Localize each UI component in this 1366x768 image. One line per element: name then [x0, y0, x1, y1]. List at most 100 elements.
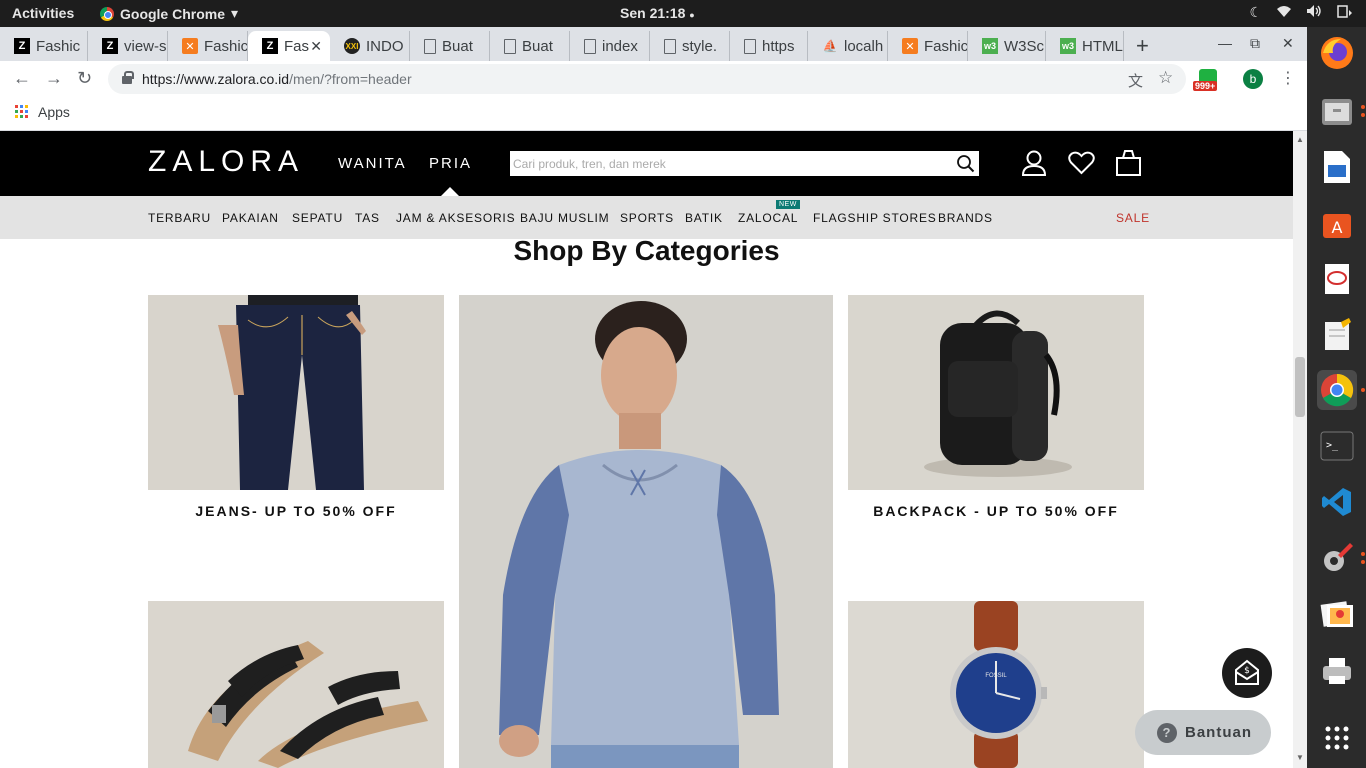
tab[interactable]: ⛵ localh — [808, 31, 888, 61]
tab[interactable]: Zview-s — [88, 31, 168, 61]
phpmyadmin-icon: ⛵ — [822, 39, 838, 53]
bookmark-star-icon[interactable]: ☆ — [1158, 68, 1173, 88]
tab[interactable]: index — [570, 31, 650, 61]
zalora-icon: Z — [102, 38, 118, 54]
system-top-bar: Activities Google Chrome ▾ Sen 21:18 ● ☾ — [0, 0, 1366, 27]
scrollbar-thumb[interactable] — [1295, 357, 1305, 417]
tab[interactable]: Buat — [490, 31, 570, 61]
apps-icon[interactable] — [15, 105, 28, 118]
nav-item-batik[interactable]: BATIK — [685, 211, 723, 225]
settings-launcher[interactable] — [1317, 538, 1357, 578]
tab[interactable]: https — [730, 31, 808, 61]
close-window-button[interactable]: ✕ — [1282, 35, 1294, 52]
text-editor-launcher[interactable] — [1317, 315, 1357, 355]
wallet-button[interactable]: $ — [1222, 648, 1272, 698]
close-tab-icon[interactable]: ✕ — [310, 38, 322, 55]
tab[interactable]: Buat — [410, 31, 490, 61]
software-launcher[interactable]: A — [1317, 203, 1357, 243]
profile-avatar[interactable]: b — [1243, 69, 1263, 89]
nav-item-sports[interactable]: SPORTS — [620, 211, 674, 225]
chrome-launcher[interactable] — [1317, 370, 1357, 410]
shopping-bag-icon[interactable] — [1115, 149, 1142, 177]
files-launcher[interactable] — [1317, 91, 1357, 131]
category-tile-watch[interactable]: FOSSIL — [848, 601, 1144, 768]
tab-title: view-s — [124, 37, 167, 55]
tab[interactable]: ✕ Fashic — [168, 31, 248, 61]
document-icon — [424, 38, 436, 54]
address-bar[interactable]: https://www.zalora.co.id/men/?from=heade… — [108, 64, 1186, 94]
app-menu[interactable]: Google Chrome ▾ — [100, 5, 238, 22]
forward-button[interactable]: → — [45, 68, 63, 89]
wallet-icon: $ — [1235, 659, 1259, 685]
search-icon[interactable] — [956, 154, 975, 173]
scroll-up-arrow-icon[interactable]: ▲ — [1296, 135, 1304, 144]
scroll-down-arrow-icon[interactable]: ▼ — [1296, 753, 1304, 762]
tab-wanita[interactable]: WANITA — [338, 155, 407, 172]
zalora-logo[interactable]: ZALORA — [148, 145, 304, 179]
tab-title: W3Sc — [1004, 37, 1045, 55]
image-viewer-launcher[interactable] — [1317, 594, 1357, 634]
xampp-icon: ✕ — [182, 38, 198, 54]
nav-item-pakaian[interactable]: PAKAIAN — [222, 211, 279, 225]
account-icon[interactable] — [1021, 149, 1047, 177]
nav-item-sale[interactable]: SALE — [1116, 211, 1150, 225]
chrome-menu-icon[interactable]: ⋮ — [1280, 68, 1296, 88]
nav-item-sepatu[interactable]: SEPATU — [292, 211, 343, 225]
vscode-launcher[interactable] — [1317, 482, 1357, 522]
back-button[interactable]: ← — [13, 68, 31, 89]
nav-item-baju-muslim[interactable]: BAJU MUSLIM — [520, 211, 609, 225]
search-input[interactable] — [513, 154, 943, 173]
active-tab-indicator — [441, 187, 459, 196]
new-tab-button[interactable]: + — [1136, 33, 1149, 59]
nav-item-terbaru[interactable]: TERBARU — [148, 211, 211, 225]
category-tile-jeans[interactable] — [148, 295, 444, 490]
nav-item-brands[interactable]: BRANDS — [938, 211, 993, 225]
apps-bookmark[interactable]: Apps — [38, 104, 70, 120]
nav-item-jam-aksesoris[interactable]: JAM & AKSESORIS — [396, 211, 515, 225]
tab[interactable]: Z Fashic — [0, 31, 88, 61]
nav-item-flagship-stores[interactable]: FLAGSHIP STORES — [813, 211, 937, 225]
category-tile-sandals[interactable] — [148, 601, 444, 768]
tab-pria[interactable]: PRIA — [429, 155, 472, 172]
terminal-launcher[interactable]: >_ — [1317, 426, 1357, 466]
running-indicator-dot — [1361, 552, 1365, 556]
reload-button[interactable]: ↻ — [77, 68, 92, 89]
minimize-window-button[interactable]: — — [1218, 35, 1232, 51]
category-label-jeans[interactable]: JEANS- UP TO 50% OFF — [148, 503, 444, 519]
tab[interactable]: w3 W3Sc — [968, 31, 1046, 61]
document-icon — [744, 38, 756, 54]
tab-active[interactable]: Z Fas ✕ — [248, 31, 330, 61]
system-tray[interactable]: ☾ — [1249, 4, 1354, 21]
w3schools-icon: w3 — [1060, 38, 1076, 54]
page-scrollbar[interactable]: ▲ ▼ — [1293, 131, 1307, 768]
restore-window-button[interactable]: ⧉ — [1250, 35, 1260, 52]
category-tile-backpack[interactable] — [848, 295, 1144, 490]
show-applications-button[interactable] — [1317, 718, 1357, 758]
help-button[interactable]: ? Bantuan — [1135, 710, 1271, 755]
translate-icon[interactable]: 文 — [1128, 70, 1143, 91]
tab[interactable]: ✕ Fashic — [888, 31, 968, 61]
zalora-icon: Z — [262, 38, 278, 54]
clock[interactable]: Sen 21:18 ● — [620, 5, 695, 21]
tab[interactable]: w3 HTML — [1046, 31, 1124, 61]
watch-brand: FOSSIL — [985, 673, 1007, 679]
writer-launcher[interactable] — [1317, 147, 1357, 187]
notification-dot-icon: ● — [689, 10, 695, 20]
firefox-launcher[interactable] — [1317, 33, 1357, 73]
tab[interactable]: XXI INDO — [330, 31, 410, 61]
nav-item-zalocal[interactable]: ZALOCAL — [738, 211, 798, 225]
document-viewer-launcher[interactable] — [1317, 259, 1357, 299]
category-label-backpack[interactable]: BACKPACK - UP TO 50% OFF — [848, 503, 1144, 519]
activities-button[interactable]: Activities — [12, 5, 74, 21]
xxi-icon: XXI — [344, 38, 360, 54]
text-editor-icon — [1325, 318, 1351, 350]
nav-item-tas[interactable]: TAS — [355, 211, 380, 225]
libreoffice-writer-icon — [1324, 151, 1350, 183]
category-tile-tshirt[interactable] — [459, 295, 833, 768]
running-indicator-dot — [1361, 105, 1365, 109]
tab[interactable]: style. — [650, 31, 730, 61]
sandals-image — [188, 641, 428, 768]
printer-launcher[interactable] — [1317, 650, 1357, 690]
browser-toolbar: ← → ↻ https://www.zalora.co.id/men/?from… — [0, 61, 1307, 97]
wishlist-heart-icon[interactable] — [1068, 151, 1095, 175]
